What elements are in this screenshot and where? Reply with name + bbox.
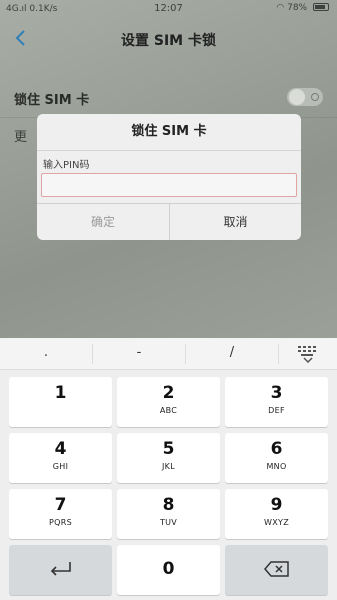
enter-icon [50,562,71,576]
page-title: 设置 SIM 卡锁 [121,33,216,49]
keyboard-hide-icon[interactable] [297,345,319,363]
screen-background: 4G.ıl 0.1K/s 12:07 ◠ 78% 设置 SIM 卡锁 锁住 SI… [0,0,337,600]
key-1[interactable]: 1 [9,377,112,427]
ok-button[interactable]: 确定 [37,204,169,240]
key-digit: 5 [162,439,175,459]
key-letters: PQRS [49,518,72,527]
pin-label: 输入PIN码 [43,160,90,171]
key-letters: JKL [162,462,175,471]
pin-input[interactable] [41,173,297,197]
wifi-icon: ◠ [276,3,285,13]
key-letters: GHI [52,462,69,471]
key-digit: 7 [54,495,67,515]
status-bar: 4G.ıl 0.1K/s 12:07 ◠ 78% [0,0,337,18]
toggle-knob [289,89,305,105]
key-digit: 4 [54,439,67,459]
key-digit: 3 [270,383,283,403]
dash-key[interactable]: - [93,338,185,370]
key-digit: 2 [162,383,175,403]
backspace-icon [264,561,289,577]
title-bar: 设置 SIM 卡锁 [0,18,337,60]
key-letters: MNO [266,462,287,471]
key-letters: TUV [159,518,178,527]
change-pin-label: 更 [14,130,28,145]
key-4[interactable]: 4 GHI [9,433,112,483]
key-0[interactable]: 0 [117,545,220,595]
key-digit: 9 [270,495,283,515]
battery-percent: 78% [287,3,308,13]
lock-sim-row[interactable]: 锁住 SIM 卡 [0,78,337,118]
key-5[interactable]: 5 JKL [117,433,220,483]
slash-key[interactable]: / [186,338,278,370]
key-digit: 0 [162,559,175,579]
backspace-key[interactable] [225,545,328,595]
key-6[interactable]: 6 MNO [225,433,328,483]
key-3[interactable]: 3 DEF [225,377,328,427]
key-digit: 1 [54,383,67,403]
divider [37,150,301,151]
enter-key[interactable] [9,545,112,595]
lock-sim-label: 锁住 SIM 卡 [14,93,90,108]
symbol-row: . - / [0,338,337,370]
numeric-keyboard: . - / 1 2 ABC 3 DEF 4 GHI 5 JKL 6 MNO 7 … [0,338,337,600]
key-letters: ABC [159,406,178,415]
key-letters: WXYZ [264,518,289,527]
key-letters: DEF [268,406,285,415]
cancel-button[interactable]: 取消 [169,204,301,240]
lock-sim-dialog: 锁住 SIM 卡 输入PIN码 确定 取消 [37,114,301,240]
divider [278,344,279,364]
toggle-off-indicator [311,93,319,101]
key-9[interactable]: 9 WXYZ [225,489,328,539]
key-digit: 6 [270,439,283,459]
status-right: ◠ 78% [276,3,329,13]
battery-icon [313,3,329,11]
key-8[interactable]: 8 TUV [117,489,220,539]
dot-key[interactable]: . [0,338,92,370]
key-2[interactable]: 2 ABC [117,377,220,427]
key-digit: 8 [162,495,175,515]
dialog-title: 锁住 SIM 卡 [131,124,207,139]
key-7[interactable]: 7 PQRS [9,489,112,539]
lock-sim-toggle[interactable] [287,88,323,106]
